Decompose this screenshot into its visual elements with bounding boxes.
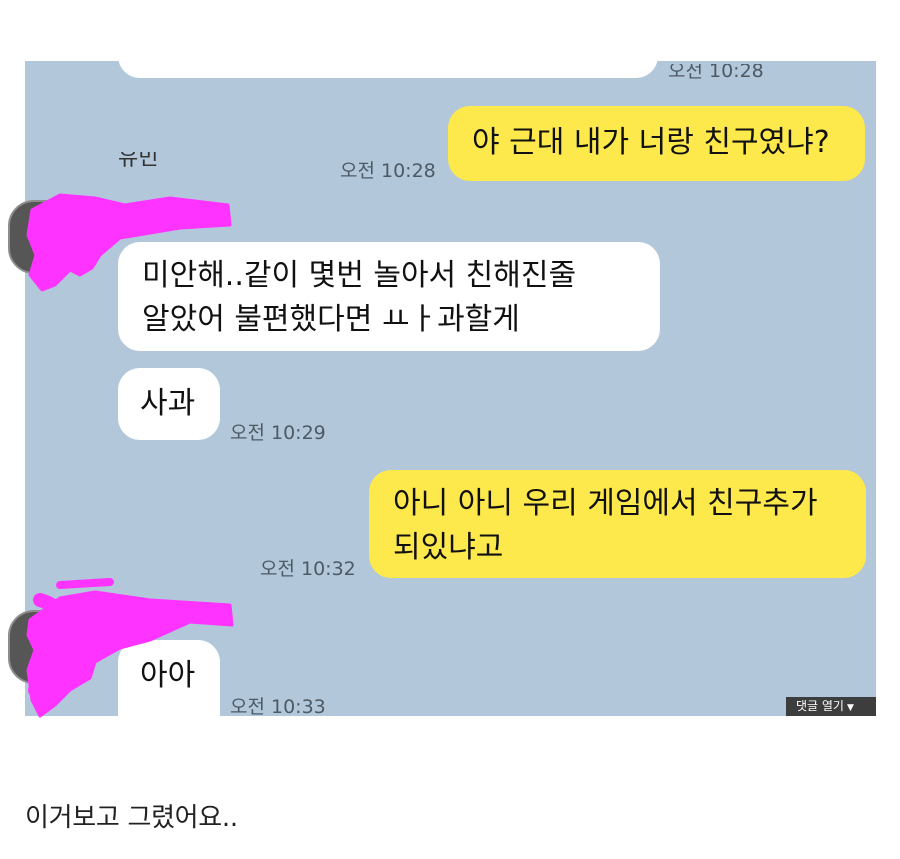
chat-bottom-edge: [0, 716, 900, 859]
message-line: 아니 아니 우리 게임에서 친구추가: [393, 486, 818, 521]
message-line: 알았어 불편했다면 ㅛㅏ과할게: [142, 302, 520, 337]
message-time: 오전 10:33: [230, 696, 326, 718]
my-message-bubble: 아니 아니 우리 게임에서 친구추가 되있냐고: [369, 470, 866, 578]
comment-open-label: 댓글 열기: [796, 699, 844, 713]
their-message-bubble: 사과: [118, 368, 220, 440]
caret-down-icon: ▼: [846, 703, 854, 713]
message-line: 되있냐고: [393, 530, 504, 565]
their-message-bubble: 미안해..같이 몇번 놀아서 친해진줄 알았어 불편했다면 ㅛㅏ과할게: [118, 242, 660, 351]
chat-top-edge: [0, 0, 900, 61]
sender-name-redacted: 유민: [118, 152, 159, 170]
sender-avatar: [8, 610, 82, 684]
my-message-bubble: 야 근대 내가 너랑 친구였냐?: [448, 106, 865, 181]
message-line: 미안해..같이 몇번 놀아서 친해진줄: [142, 258, 577, 293]
message-time: 오전 10:29: [230, 422, 326, 444]
message-time: 오전 10:28: [340, 160, 436, 182]
post-caption: 이거보고 그렸어요..: [25, 803, 238, 833]
their-message-bubble: 아아: [118, 640, 220, 716]
sender-avatar: [8, 200, 82, 274]
comment-open-button[interactable]: 댓글 열기 ▼: [786, 697, 876, 716]
chat-screenshot: 오전 10:28 야 근대 내가 너랑 친구였냐? 오전 10:28 유민 미안…: [0, 0, 900, 859]
message-time: 오전 10:32: [260, 558, 356, 580]
